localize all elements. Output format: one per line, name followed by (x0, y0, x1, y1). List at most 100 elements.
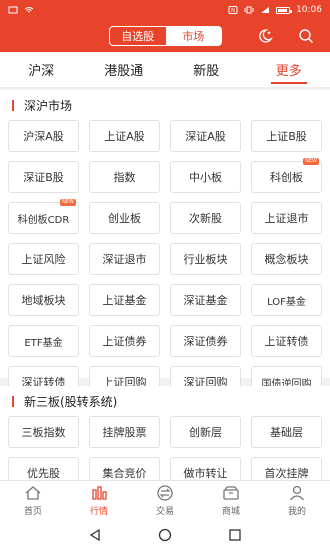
market-item-label: 科创板CDR (17, 214, 70, 226)
tab-shsz[interactable]: 沪深 (0, 52, 83, 87)
nfc-icon: N (228, 6, 238, 14)
app-header: 自选股 市场 (0, 20, 330, 52)
market-item-button[interactable]: 上证债券 (89, 325, 160, 357)
notification-icon (8, 6, 18, 14)
tab-hk-connect[interactable]: 港股通 (83, 52, 166, 87)
vibrate-icon (244, 6, 254, 14)
home-circle-icon[interactable] (158, 528, 172, 542)
section-neeq: 新三板(股转系统) 三板指数 挂牌股票 创新层 基础层优先股 集合竞价 做市转让 首次挂牌 (0, 386, 330, 480)
market-item-label: 上证B股 (266, 130, 307, 143)
wifi-icon (24, 7, 34, 13)
market-item-button[interactable]: 三板指数 (8, 416, 79, 448)
market-item-label: 中小板 (189, 171, 222, 184)
search-icon[interactable] (298, 28, 314, 44)
market-item-button[interactable]: 深证B股 (8, 161, 79, 193)
nav-profile[interactable]: 我的 (264, 481, 330, 520)
section-title: 新三板(股转系统) (24, 394, 118, 409)
quotes-icon (92, 486, 107, 500)
market-item-button[interactable]: 深证A股 (170, 120, 241, 152)
market-item-button[interactable]: 地域板块 (8, 284, 79, 316)
market-item-button[interactable]: 指数 (89, 161, 160, 193)
market-item-button[interactable]: ETF基金 (8, 325, 79, 357)
nav-trade[interactable]: 交易 (132, 481, 198, 520)
market-item-label: 创业板 (108, 212, 141, 225)
market-item-label: 概念板块 (264, 253, 309, 266)
market-item-label: 深证退市 (102, 253, 147, 266)
market-item-label: 上证退市 (264, 212, 309, 225)
section-title: 深沪市场 (24, 98, 73, 113)
market-item-button[interactable]: 优先股 (8, 457, 79, 480)
market-item-button[interactable]: 深证退市 (89, 243, 160, 275)
market-item-button[interactable]: 深证债券 (170, 325, 241, 357)
market-item-button[interactable]: 集合竞价 (89, 457, 160, 480)
market-item-label: LOF基金 (267, 296, 306, 308)
market-item-button[interactable]: 上证转债 (251, 325, 322, 357)
market-item-button[interactable]: 创业板 (89, 202, 160, 234)
tab-more[interactable]: 更多 (248, 52, 330, 87)
nav-mall[interactable]: 商城 (198, 481, 264, 520)
market-item-button[interactable]: 挂牌股票 (89, 416, 160, 448)
market-item-button[interactable]: 基础层 (251, 416, 322, 448)
market-item-button[interactable]: 概念板块 (251, 243, 322, 275)
new-badge: NEW (60, 199, 76, 206)
market-item-label: 首次挂牌 (264, 467, 309, 480)
moon-star-icon[interactable] (257, 28, 273, 44)
section-accent-bar (12, 99, 14, 111)
tab-ipo[interactable]: 新股 (165, 52, 248, 87)
nav-quotes[interactable]: 行情 (66, 481, 132, 520)
mall-icon (223, 486, 239, 500)
market-item-button[interactable]: 次新股 (170, 202, 241, 234)
market-item-label: 创新层 (189, 426, 222, 439)
market-item-label: 深证B股 (23, 171, 64, 184)
recents-icon[interactable] (228, 528, 242, 542)
market-item-label: ETF基金 (24, 337, 63, 349)
market-item-button[interactable]: 做市转让 (170, 457, 241, 480)
market-item-label: 上证债券 (102, 335, 147, 348)
nav-label: 我的 (287, 507, 306, 517)
market-item-button[interactable]: 上证退市 (251, 202, 322, 234)
nav-label: 交易 (155, 507, 174, 517)
market-subtabs: 沪深 港股通 新股 更多 (0, 52, 330, 88)
market-item-label: 做市转让 (183, 467, 228, 480)
market-item-button[interactable]: 科创板 NEW (251, 158, 322, 193)
nav-label: 商城 (221, 507, 240, 517)
market-item-button[interactable]: 科创板CDR NEW (8, 199, 79, 234)
section-shsz-market: 深沪市场 沪深A股 上证A股 深证A股 上证B股深证B股 指数 中小板 科创板 NEW 科创板C… (0, 90, 330, 398)
market-item-label: 沪深A股 (23, 130, 64, 143)
market-item-button[interactable]: 上证B股 (251, 120, 322, 152)
market-item-label: 上证转债 (264, 335, 309, 348)
market-item-button[interactable]: 深证基金 (170, 284, 241, 316)
segment-watchlist[interactable]: 自选股 (110, 27, 166, 45)
market-item-label: 优先股 (27, 467, 60, 480)
market-item-label: 三板指数 (21, 426, 66, 439)
back-icon[interactable] (88, 528, 102, 542)
bottom-nav: 首页 行情 交易 商城 我的 (0, 480, 330, 520)
market-item-button[interactable]: 沪深A股 (8, 120, 79, 152)
segment-market[interactable]: 市场 (165, 27, 221, 45)
market-item-label: 上证风险 (21, 253, 66, 266)
market-item-label: 行业板块 (183, 253, 228, 266)
watchlist-market-toggle: 自选股 市场 (109, 26, 222, 46)
nav-label: 行情 (89, 507, 108, 517)
section-header: 深沪市场 (0, 90, 330, 120)
market-item-button[interactable]: 首次挂牌 (251, 457, 322, 480)
market-item-button[interactable]: 上证基金 (89, 284, 160, 316)
market-item-label: 深证A股 (185, 130, 226, 143)
section-accent-bar (12, 395, 14, 407)
market-item-button[interactable]: 行业板块 (170, 243, 241, 275)
status-time: 10:06 (296, 5, 322, 15)
market-item-label: 上证A股 (104, 130, 145, 143)
profile-icon (289, 485, 305, 501)
nav-label: 首页 (23, 507, 42, 517)
market-item-button[interactable]: LOF基金 (251, 284, 322, 316)
market-item-label: 深证基金 (183, 294, 228, 307)
svg-text:N: N (231, 8, 235, 14)
status-bar: N 10:06 (0, 0, 330, 20)
market-item-button[interactable]: 创新层 (170, 416, 241, 448)
battery-icon (276, 6, 293, 14)
market-item-button[interactable]: 上证A股 (89, 120, 160, 152)
market-item-button[interactable]: 上证风险 (8, 243, 79, 275)
market-item-button[interactable]: 中小板 (170, 161, 241, 193)
nav-home[interactable]: 首页 (0, 481, 66, 520)
new-badge: NEW (303, 158, 319, 165)
